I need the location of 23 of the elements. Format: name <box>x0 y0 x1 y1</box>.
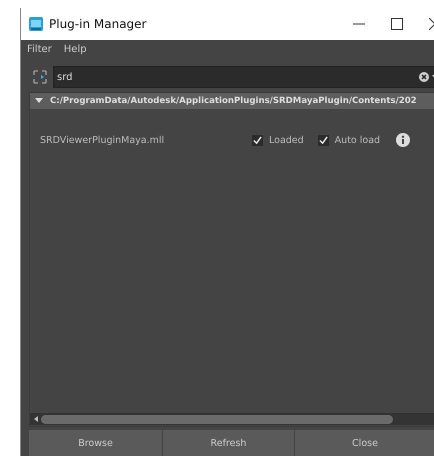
folder-path: C:/ProgramData/Autodesk/ApplicationPlugins/SRDMayaPlugin/Contents/202 <box>50 96 417 106</box>
close-icon[interactable] <box>429 18 434 30</box>
menu-item[interactable]: Filter <box>27 44 52 55</box>
checkbox-label: Auto load <box>334 134 380 146</box>
plugin-name: SRDViewerPluginMaya.mll <box>40 134 166 146</box>
dialog-button[interactable]: Refresh <box>163 430 294 456</box>
window-title: Plug-in Manager <box>49 17 146 31</box>
clear-icon[interactable] <box>419 72 429 82</box>
loaded-checkbox[interactable] <box>252 134 263 146</box>
scroll-left-icon[interactable] <box>34 416 38 422</box>
info-icon[interactable] <box>396 133 410 147</box>
menu-item[interactable]: Help <box>64 44 87 55</box>
search-field[interactable]: srd <box>53 66 434 88</box>
autoload-checkbox[interactable] <box>318 134 329 146</box>
horizontal-scrollbar[interactable] <box>30 413 434 425</box>
app-icon <box>29 17 43 31</box>
folder-header[interactable]: C:/ProgramData/Autodesk/ApplicationPlugins/SRDMayaPlugin/Contents/202 <box>30 93 434 109</box>
checkbox-label: Loaded <box>269 134 304 146</box>
filter-toggle-icon[interactable] <box>33 70 47 84</box>
maximize-icon[interactable] <box>391 18 403 30</box>
expand-caret-icon[interactable] <box>35 97 43 105</box>
dialog-button[interactable]: Browse <box>29 430 162 456</box>
dialog-button[interactable]: Close <box>295 430 434 456</box>
